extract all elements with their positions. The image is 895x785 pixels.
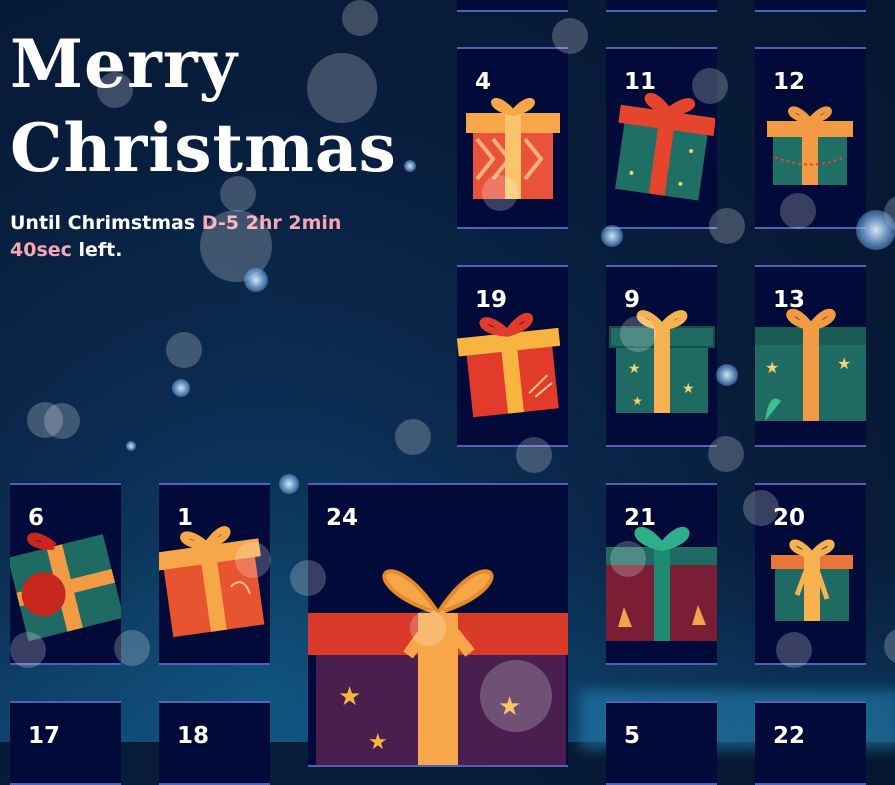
countdown-seconds: 40sec bbox=[10, 239, 72, 261]
snow-bokeh-bright bbox=[716, 364, 738, 386]
calendar-cell-18[interactable]: 18 bbox=[159, 701, 270, 785]
gift-icon bbox=[606, 526, 717, 641]
countdown-minutes: 2min bbox=[288, 212, 342, 234]
day-number: 5 bbox=[624, 723, 641, 749]
page-title: Merry Christmas bbox=[10, 22, 396, 190]
calendar-cell-4[interactable]: 4 bbox=[457, 47, 568, 229]
calendar-cell-21[interactable]: 21 bbox=[606, 483, 717, 665]
gift-icon: ★ ★ ★ bbox=[308, 569, 568, 765]
day-number: 9 bbox=[624, 287, 641, 313]
snow-bokeh bbox=[884, 195, 895, 231]
svg-text:★: ★ bbox=[368, 730, 388, 755]
countdown-days: D-5 bbox=[201, 212, 239, 234]
snow-bokeh-bright bbox=[126, 441, 136, 451]
day-number: 19 bbox=[475, 287, 508, 313]
snow-bokeh bbox=[27, 402, 63, 438]
day-number: 18 bbox=[177, 723, 210, 749]
calendar-cell-19[interactable]: 19 bbox=[457, 265, 568, 447]
countdown-hours: 2hr bbox=[245, 212, 282, 234]
day-number: 24 bbox=[326, 505, 359, 531]
day-number: 22 bbox=[773, 723, 806, 749]
svg-text:★: ★ bbox=[682, 381, 695, 397]
snow-bokeh bbox=[395, 419, 431, 455]
svg-text:★: ★ bbox=[498, 692, 521, 722]
calendar-cell-12[interactable]: 12 bbox=[755, 47, 866, 229]
day-number: 20 bbox=[773, 505, 806, 531]
countdown-prefix: Until Chrimstmas bbox=[10, 212, 202, 234]
calendar-cell-17[interactable]: 17 bbox=[10, 701, 121, 785]
gift-icon: ★ ★ bbox=[755, 308, 866, 421]
gift-icon bbox=[767, 106, 853, 185]
calendar-cell-1[interactable]: 1 bbox=[159, 483, 270, 665]
calendar-cell-partial bbox=[457, 0, 568, 12]
calendar-cell-9[interactable]: 9 ★ ★ ★ bbox=[606, 265, 717, 447]
gift-icon bbox=[771, 539, 853, 621]
countdown-text: Until Chrimstmas D-5 2hr 2min 40sec left. bbox=[10, 210, 390, 264]
gift-icon bbox=[159, 526, 265, 638]
countdown-suffix: left. bbox=[71, 239, 123, 261]
calendar-cell-6[interactable]: 6 bbox=[10, 483, 121, 665]
gift-icon bbox=[466, 97, 560, 199]
snow-bokeh-bright bbox=[172, 379, 190, 397]
day-number: 4 bbox=[475, 69, 492, 95]
snow-bokeh bbox=[44, 403, 80, 439]
snow-bokeh bbox=[884, 628, 895, 664]
calendar-cell-13[interactable]: 13 ★ ★ bbox=[755, 265, 866, 447]
title-line-1: Merry bbox=[10, 25, 238, 103]
day-number: 1 bbox=[177, 505, 194, 531]
day-number: 21 bbox=[624, 505, 657, 531]
calendar-cell-24[interactable]: 24 ★ ★ ★ bbox=[308, 483, 568, 767]
gift-icon bbox=[615, 92, 715, 201]
title-line-2: Christmas bbox=[10, 109, 397, 187]
day-number: 17 bbox=[28, 723, 61, 749]
day-number: 6 bbox=[28, 505, 45, 531]
svg-text:★: ★ bbox=[837, 354, 851, 373]
snow-bokeh-bright bbox=[279, 474, 299, 494]
svg-text:★: ★ bbox=[765, 358, 779, 377]
day-number: 12 bbox=[773, 69, 806, 95]
svg-text:★: ★ bbox=[628, 361, 641, 377]
hero-section: Merry Christmas Until Chrimstmas D-5 2hr… bbox=[10, 22, 396, 264]
calendar-cell-partial bbox=[755, 0, 866, 12]
calendar-cell-5[interactable]: 5 bbox=[606, 701, 717, 785]
day-number: 13 bbox=[773, 287, 806, 313]
svg-text:★: ★ bbox=[632, 394, 643, 408]
day-number: 11 bbox=[624, 69, 657, 95]
snow-bokeh-bright bbox=[244, 268, 268, 292]
calendar-cell-20[interactable]: 20 bbox=[755, 483, 866, 665]
snow-bokeh bbox=[166, 332, 202, 368]
calendar-cell-partial bbox=[606, 0, 717, 12]
calendar-cell-11[interactable]: 11 bbox=[606, 47, 717, 229]
gift-icon bbox=[457, 312, 561, 418]
svg-text:★: ★ bbox=[338, 682, 361, 712]
snow-bokeh-bright bbox=[404, 160, 416, 172]
gift-icon bbox=[10, 532, 121, 642]
calendar-cell-22[interactable]: 22 bbox=[755, 701, 866, 785]
